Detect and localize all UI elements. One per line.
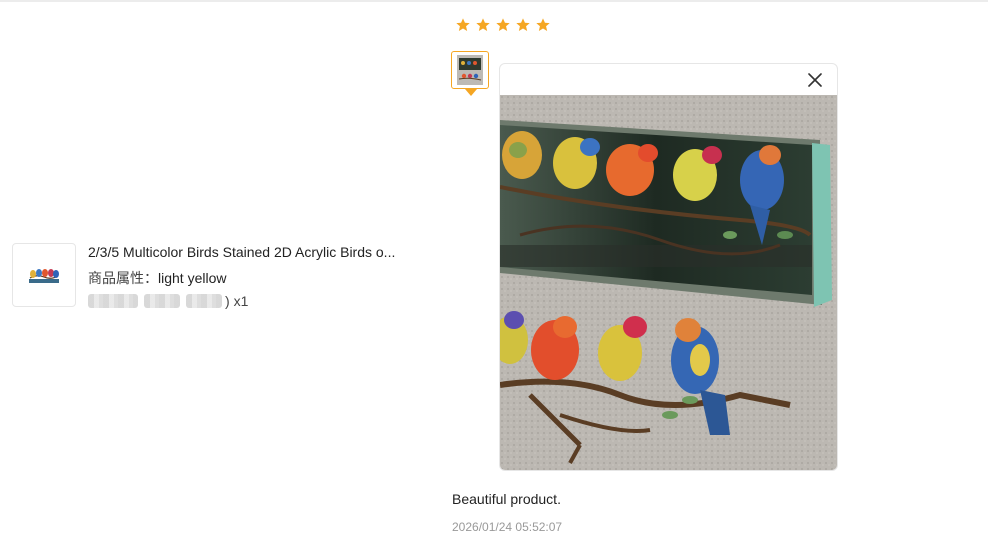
redacted-text xyxy=(186,294,222,308)
product-quantity: x1 xyxy=(233,293,249,309)
product-image-icon xyxy=(29,269,59,283)
review-thumbnail-image xyxy=(457,55,483,85)
redacted-text xyxy=(88,294,138,308)
star-icon xyxy=(516,18,530,31)
star-icon xyxy=(476,18,490,31)
rating-stars xyxy=(455,17,551,33)
paren-close: ) xyxy=(225,293,230,309)
product-thumbnail[interactable] xyxy=(12,243,76,307)
product-title[interactable]: 2/3/5 Multicolor Birds Stained 2D Acryli… xyxy=(88,244,428,260)
star-icon xyxy=(496,18,510,31)
top-divider xyxy=(0,0,988,2)
star-icon xyxy=(456,18,470,31)
product-quantity-row: ) x1 xyxy=(88,292,248,310)
close-icon[interactable] xyxy=(805,70,825,90)
attribute-label: 商品属性： xyxy=(88,270,158,286)
product-attribute: 商品属性：light yellow xyxy=(88,268,226,288)
review-image-thumbnail[interactable] xyxy=(451,51,489,89)
star-icon xyxy=(536,18,550,31)
review-photo[interactable] xyxy=(500,95,838,471)
thumbnail-pointer xyxy=(465,89,477,96)
review-date: 2026/01/24 05:52:07 xyxy=(452,520,563,534)
image-preview-panel xyxy=(499,63,838,471)
review-text: Beautiful product. xyxy=(452,491,561,507)
product-card: 2/3/5 Multicolor Birds Stained 2D Acryli… xyxy=(12,243,442,309)
redacted-text xyxy=(144,294,180,308)
attribute-value: light yellow xyxy=(158,270,227,286)
